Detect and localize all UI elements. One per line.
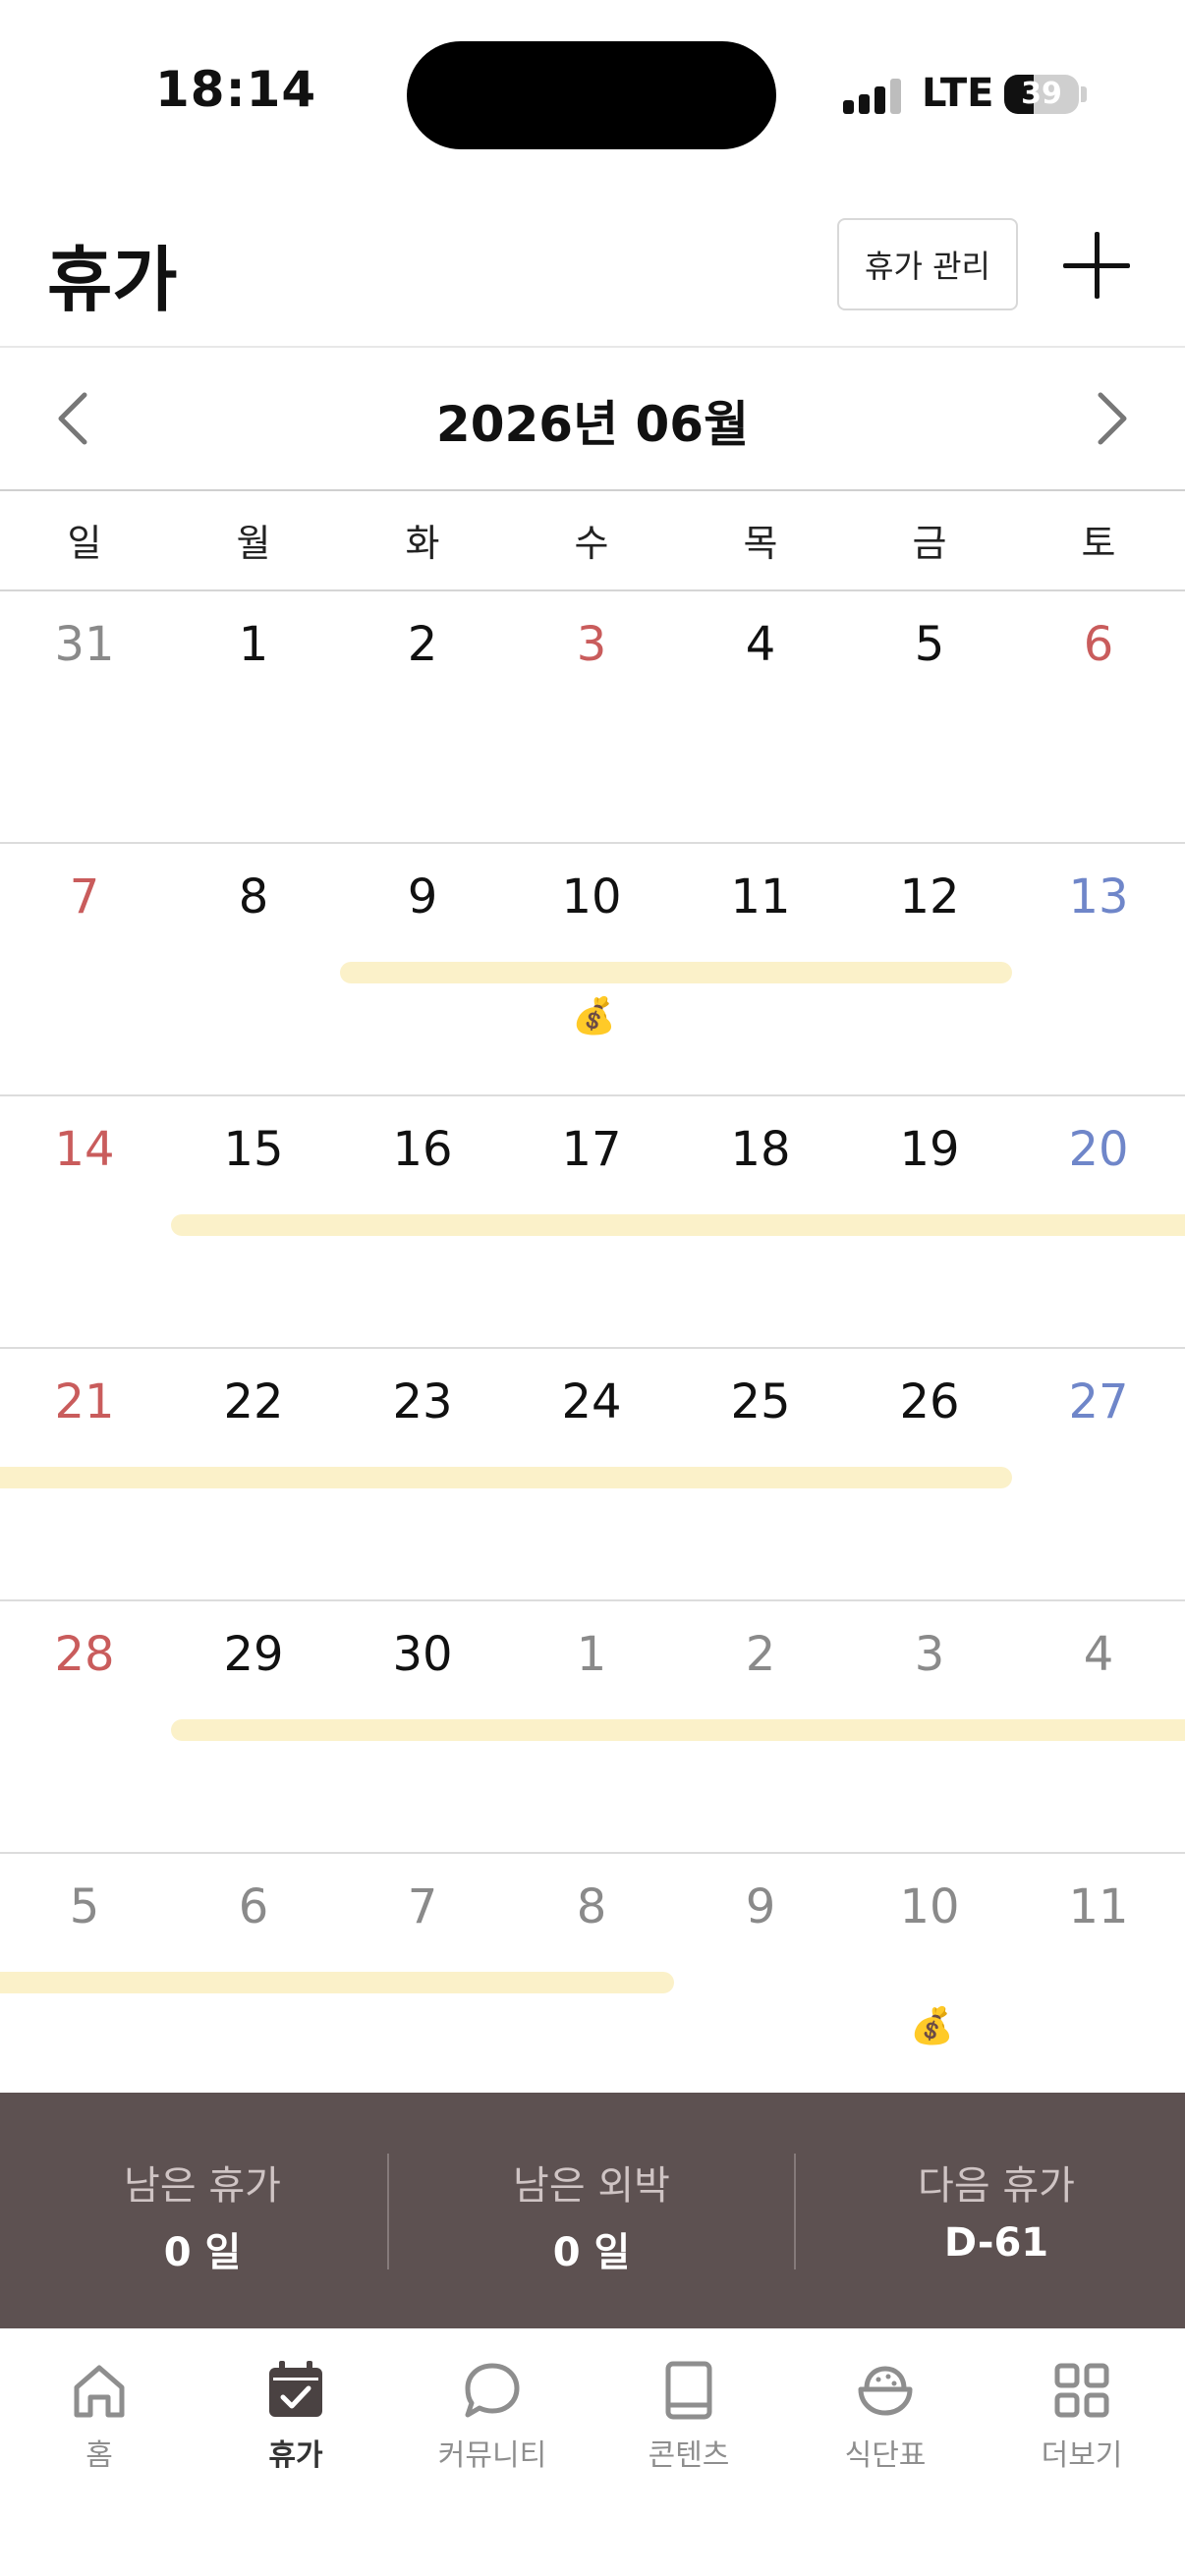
calendar-day[interactable]: 30 <box>338 1627 507 1682</box>
month-label: 2026년 06월 <box>435 396 750 453</box>
calendar-check-icon[interactable] <box>263 2358 328 2423</box>
vacation-event-bar[interactable] <box>171 1719 1185 1741</box>
calendar-day[interactable]: 1 <box>169 617 338 672</box>
dynamic-island <box>407 41 776 149</box>
tab-meal[interactable]: 식단표 <box>787 2431 984 2474</box>
book-icon[interactable] <box>656 2358 721 2423</box>
tab-contents[interactable]: 콘텐츠 <box>591 2431 787 2474</box>
calendar-day[interactable]: 6 <box>169 1879 338 1934</box>
battery-icon: 39 <box>1004 75 1079 114</box>
calendar-day[interactable]: 4 <box>1014 1627 1183 1682</box>
chat-bubble-icon[interactable] <box>460 2358 525 2423</box>
calendar-day[interactable]: 15 <box>169 1122 338 1177</box>
tab-community[interactable]: 커뮤니티 <box>394 2431 591 2474</box>
calendar-day[interactable]: 2 <box>676 1627 845 1682</box>
week-divider <box>0 1599 1185 1601</box>
tab-vacation[interactable]: 휴가 <box>198 2431 394 2474</box>
vacation-event-bar[interactable] <box>171 1214 1185 1236</box>
weekday-sun: 일 <box>67 522 102 565</box>
calendar-day[interactable]: 12 <box>845 869 1014 924</box>
vacation-event-bar[interactable] <box>340 962 1012 983</box>
remaining-vacation-label: 남은 휴가 <box>124 2163 281 2209</box>
signal-icon <box>843 79 902 114</box>
weekday-fri: 금 <box>912 522 947 565</box>
calendar-day[interactable]: 25 <box>676 1374 845 1429</box>
weekday-mon: 월 <box>236 522 271 565</box>
calendar-day[interactable]: 11 <box>1014 1879 1183 1934</box>
weekday-tue: 화 <box>405 522 440 565</box>
calendar-day[interactable]: 28 <box>0 1627 169 1682</box>
calendar-day[interactable]: 22 <box>169 1374 338 1429</box>
calendar-day[interactable]: 2 <box>338 617 507 672</box>
vacation-event-bar[interactable] <box>0 1467 1012 1488</box>
weekday-wed: 수 <box>574 522 609 565</box>
next-vacation-label: 다음 휴가 <box>918 2163 1075 2209</box>
next-vacation-value: D-61 <box>943 2220 1049 2266</box>
calendar-day[interactable]: 13 <box>1014 869 1183 924</box>
calendar-day[interactable]: 3 <box>507 617 676 672</box>
money-bag-icon: 💰 <box>572 996 616 1036</box>
header-divider <box>0 346 1185 348</box>
weekday-thu: 목 <box>743 522 778 565</box>
calendar-day[interactable]: 23 <box>338 1374 507 1429</box>
calendar-day[interactable]: 18 <box>676 1122 845 1177</box>
calendar-day[interactable]: 7 <box>338 1879 507 1934</box>
calendar-day[interactable]: 9 <box>338 869 507 924</box>
calendar-day[interactable]: 16 <box>338 1122 507 1177</box>
calendar-day[interactable]: 8 <box>169 869 338 924</box>
week-divider <box>0 842 1185 844</box>
calendar-day[interactable]: 31 <box>0 617 169 672</box>
add-icon[interactable] <box>1055 224 1138 307</box>
calendar-day[interactable]: 26 <box>845 1374 1014 1429</box>
calendar-day[interactable]: 5 <box>0 1879 169 1934</box>
calendar-day[interactable]: 6 <box>1014 617 1183 672</box>
calendar-day[interactable]: 27 <box>1014 1374 1183 1429</box>
network-label: LTE <box>922 71 994 116</box>
status-time: 18:14 <box>155 61 317 118</box>
calendar-day[interactable]: 9 <box>676 1879 845 1934</box>
calendar-day[interactable]: 4 <box>676 617 845 672</box>
week-divider <box>0 1347 1185 1349</box>
vacation-manage-button[interactable]: 휴가 관리 <box>837 218 1018 310</box>
calendar-day[interactable]: 10 <box>845 1879 1014 1934</box>
home-icon[interactable] <box>67 2358 132 2423</box>
vacation-event-bar[interactable] <box>0 1972 674 1993</box>
vacation-summary <box>0 2093 1185 2328</box>
calendar-day[interactable]: 3 <box>845 1627 1014 1682</box>
weekday-sat: 토 <box>1081 522 1116 565</box>
calendar-day[interactable]: 29 <box>169 1627 338 1682</box>
calendar-day[interactable]: 24 <box>507 1374 676 1429</box>
remaining-vacation-value: 0 일 <box>163 2230 242 2275</box>
battery-level: 39 <box>1021 77 1062 111</box>
remaining-overnight-value: 0 일 <box>552 2230 631 2275</box>
grid-icon[interactable] <box>1049 2358 1114 2423</box>
calendar-day[interactable]: 19 <box>845 1122 1014 1177</box>
calendar-day[interactable]: 17 <box>507 1122 676 1177</box>
nav-divider <box>0 489 1185 491</box>
remaining-overnight-label: 남은 외박 <box>513 2163 670 2209</box>
battery-cap <box>1081 86 1087 102</box>
weekday-divider <box>0 589 1185 591</box>
calendar-day[interactable]: 11 <box>676 869 845 924</box>
calendar-day[interactable]: 1 <box>507 1627 676 1682</box>
calendar-day[interactable]: 5 <box>845 617 1014 672</box>
tab-home[interactable]: 홈 <box>1 2431 198 2474</box>
calendar-day[interactable]: 8 <box>507 1879 676 1934</box>
calendar-day[interactable]: 14 <box>0 1122 169 1177</box>
page-title: 휴가 <box>47 239 178 321</box>
tab-more[interactable]: 더보기 <box>984 2431 1180 2474</box>
calendar-day[interactable]: 10 <box>507 869 676 924</box>
calendar-day[interactable]: 7 <box>0 869 169 924</box>
money-bag-icon: 💰 <box>910 2006 954 2046</box>
calendar-day[interactable]: 21 <box>0 1374 169 1429</box>
week-divider <box>0 1852 1185 1854</box>
week-divider <box>0 1094 1185 1096</box>
next-month-icon[interactable] <box>1081 385 1140 452</box>
rice-bowl-icon[interactable] <box>853 2358 918 2423</box>
calendar-day[interactable]: 20 <box>1014 1122 1183 1177</box>
